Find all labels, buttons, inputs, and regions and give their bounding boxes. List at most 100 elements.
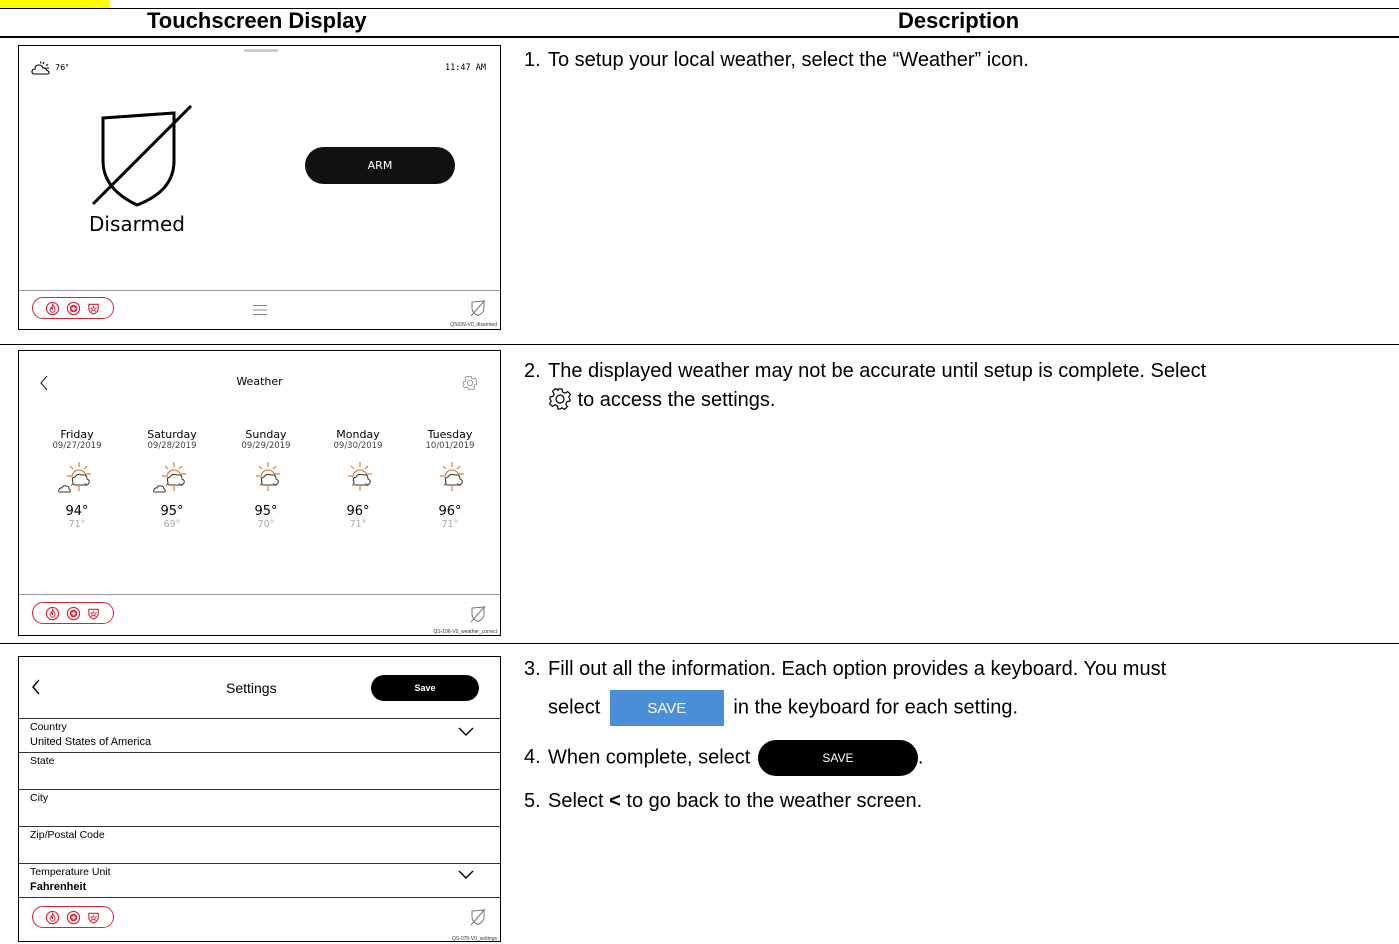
day-high: 95° [254,504,278,519]
footer-divider [19,290,500,291]
step-1-text: To setup your local weather, select the … [548,49,1029,71]
police-icon[interactable] [86,606,101,621]
chevron-down-icon[interactable] [458,727,474,737]
medical-icon[interactable] [66,910,81,925]
save-button[interactable]: Save [371,675,479,701]
day-low: 71° [68,519,86,530]
city-field[interactable]: City [19,790,500,827]
fire-icon[interactable] [45,606,60,621]
step-4-text-a: When complete, select [548,746,751,769]
medical-icon[interactable] [66,301,81,316]
arm-status-label: Disarmed [89,212,185,236]
image-id-label: QS-106-V0_weather_correct [433,629,497,635]
weather-icon[interactable] [31,60,51,76]
back-chevron-icon[interactable] [31,679,41,695]
fire-icon[interactable] [45,301,60,316]
step-4-text-c: . [917,746,924,769]
partly-cloudy-icon [58,462,91,493]
step-4: 4. When complete, select SAVE. [524,740,923,776]
step-3-text-c: in the keyboard for each setting. [733,696,1018,719]
step-3-number: 3. [524,658,541,680]
fire-icon[interactable] [45,910,60,925]
screenshot-home: 76° 11:47 AM Disarmed ARM QS039-V0_disar… [18,45,501,330]
step-5-text-b: to go back to the weather screen. [626,790,923,812]
day-date: 09/30/2019 [333,441,383,451]
day-name: Sunday [245,428,287,441]
state-field[interactable]: State [19,753,500,790]
day-date: 09/27/2019 [52,441,102,451]
emergency-panel-button[interactable] [32,297,114,319]
column-header-description: Description [898,8,1020,33]
field-label: State [30,755,55,767]
day-name: Saturday [147,428,197,441]
step-5: 5. Select < to go back to the weather scr… [524,787,922,816]
menu-icon[interactable] [252,304,268,316]
country-field[interactable]: Country United States of America [19,718,500,753]
forecast-day: Friday 09/27/2019 94° 71° [42,428,112,530]
column-header-display: Touchscreen Display [147,8,367,33]
rule-row-2 [0,643,1399,644]
forecast-day: Sunday 09/29/2019 95° 70° [231,428,301,530]
screenshot-weather: Weather Friday 09/27/2019 94° 71° Saturd… [18,350,501,636]
clock-time: 11:47 AM [445,63,486,73]
step-3: 3. Fill out all the information. Each opt… [524,655,1166,684]
footer-divider [19,594,500,595]
keyboard-save-button-sample: SAVE [609,690,724,726]
step-1-number: 1. [524,49,541,71]
day-date: 09/28/2019 [147,441,197,451]
emergency-panel-button[interactable] [32,906,114,928]
rule-header [0,36,1399,38]
save-button-sample: SAVE [757,740,918,776]
day-low: 70° [257,519,275,530]
field-label: City [30,792,49,804]
temperature-unit-field[interactable]: Temperature Unit Fahrenheit [19,864,500,898]
partly-sunny-icon [348,462,372,491]
highlight-mark [0,0,110,8]
weather-title: Weather [236,375,283,388]
gear-icon [548,387,572,411]
step-5-number: 5. [524,790,541,812]
step-2-number: 2. [524,360,541,382]
police-icon[interactable] [86,910,101,925]
screenshot-settings: Settings Save Country United States of A… [18,656,501,942]
step-1: 1. To setup your local weather, select th… [524,46,1029,75]
day-high: 94° [65,504,89,519]
forecast-day: Monday 09/30/2019 96° 71° [323,428,393,530]
step-3-continued: select SAVE in the keyboard for each set… [524,690,1018,726]
partly-sunny-icon [256,462,280,491]
field-label: Zip/Postal Code [30,829,105,841]
step-2-text-b: to access the settings. [577,389,776,411]
day-low: 71° [441,519,459,530]
field-value: Fahrenheit [30,881,87,893]
emergency-panel-button[interactable] [32,602,114,624]
day-name: Monday [336,428,380,441]
settings-gear-icon[interactable] [462,375,478,391]
arm-status-shield-icon[interactable] [470,605,486,623]
step-5-text-a: Select [548,790,604,812]
forecast-day: Saturday 09/28/2019 95° 69° [137,428,207,530]
rule-row-1 [0,344,1399,345]
chevron-down-icon[interactable] [458,870,474,880]
arm-button[interactable]: ARM [305,147,455,184]
partly-sunny-icon [440,462,464,491]
day-low: 71° [349,519,367,530]
arm-status-shield-icon[interactable] [470,908,486,926]
day-high: 96° [346,504,370,519]
police-icon[interactable] [86,301,101,316]
image-id-label: QS039-V0_disarmed [450,322,497,328]
step-4-number: 4. [524,746,541,769]
forecast-day: Tuesday 10/01/2019 96° 71° [415,428,485,530]
step-2: 2. The displayed weather may not be accur… [524,357,1206,415]
temperature-readout: 76° [55,63,70,72]
back-symbol: < [609,790,621,812]
zip-field[interactable]: Zip/Postal Code [19,827,500,864]
arm-status-shield-icon[interactable] [470,299,486,317]
day-name: Friday [60,428,94,441]
step-2-text-a: The displayed weather may not be accurat… [548,360,1207,382]
medical-icon[interactable] [66,606,81,621]
day-low: 69° [163,519,181,530]
field-value: United States of America [30,736,152,748]
pull-handle[interactable] [244,49,278,52]
day-name: Tuesday [427,428,473,441]
day-high: 96° [438,504,462,519]
